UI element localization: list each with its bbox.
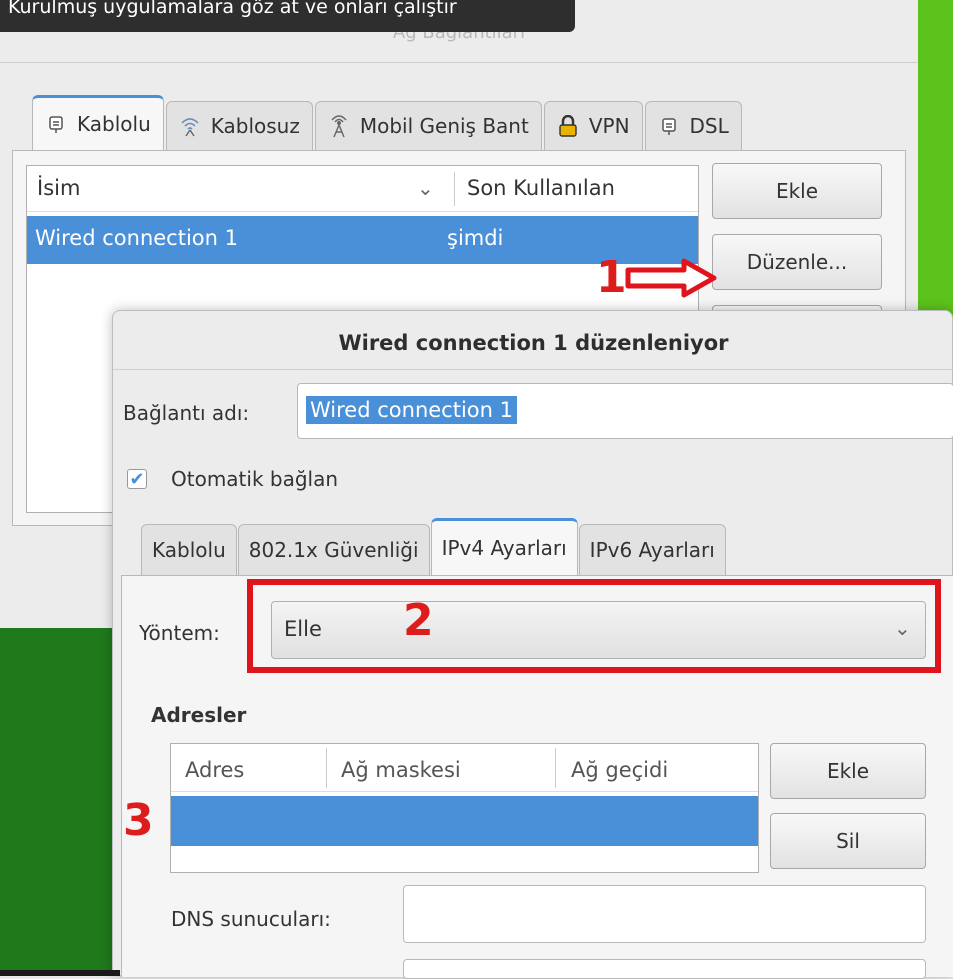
list-header: İsim ⌄ Son Kullanılan (27, 166, 698, 212)
table-header: Adres Ağ maskesi Ağ geçidi (171, 744, 758, 792)
add-address-button[interactable]: Ekle (770, 743, 926, 799)
connection-last-used: şimdi (447, 226, 504, 250)
tab-wired[interactable]: Kablolu (32, 95, 164, 150)
tab-label: Mobil Geniş Bant (359, 114, 529, 138)
taskbar-edge (0, 970, 120, 976)
tooltip: Kurulmuş uygulamalara göz at ve onları ç… (0, 0, 575, 32)
column-header-last-used[interactable]: Son Kullanılan (467, 176, 615, 200)
tab-wired-settings[interactable]: Kablolu (141, 524, 237, 575)
desktop-background-left (0, 628, 120, 976)
connection-name-value: Wired connection 1 (306, 396, 517, 424)
title-separator (0, 62, 918, 63)
edit-connection-dialog: Wired connection 1 düzenleniyor Bağlantı… (112, 310, 953, 979)
addresses-table[interactable]: Adres Ağ maskesi Ağ geçidi (170, 743, 759, 873)
lock-icon (557, 115, 579, 137)
autoconnect-label[interactable]: Otomatik bağlan (171, 467, 338, 491)
settings-tabs: Kablolu 802.1x Güvenliği IPv4 Ayarları I… (141, 518, 727, 575)
column-header-gateway[interactable]: Ağ geçidi (571, 758, 668, 782)
tab-label: VPN (588, 114, 630, 138)
column-divider (326, 748, 327, 788)
column-header-netmask[interactable]: Ağ maskesi (341, 758, 461, 782)
annotation-number: 1 (596, 252, 627, 303)
connection-name: Wired connection 1 (35, 226, 238, 250)
next-input[interactable] (403, 959, 926, 979)
tab-mobile-broadband[interactable]: Mobil Geniş Bant (314, 101, 542, 150)
dsl-icon (658, 115, 680, 137)
annotation-highlight-box (247, 579, 941, 673)
tab-ipv4-settings[interactable]: IPv4 Ayarları (430, 518, 578, 575)
dialog-title: Wired connection 1 düzenleniyor (338, 331, 729, 355)
tab-label: Kablosuz (210, 114, 300, 138)
delete-address-button[interactable]: Sil (770, 813, 926, 869)
column-divider (555, 748, 556, 788)
column-divider (454, 172, 455, 206)
tab-dsl[interactable]: DSL (644, 101, 742, 150)
mobile-broadband-icon (328, 115, 350, 138)
annotation-step-3: 3 (123, 795, 154, 846)
addresses-heading: Adresler (151, 703, 247, 727)
connection-name-field[interactable]: Wired connection 1 (297, 383, 953, 439)
edit-button[interactable]: Düzenle... (712, 234, 882, 290)
dns-label: DNS sunucuları: (171, 907, 331, 931)
wired-icon (45, 113, 67, 135)
add-button[interactable]: Ekle (712, 163, 882, 219)
tab-wireless[interactable]: Kablosuz (165, 101, 313, 150)
sort-chevron-icon[interactable]: ⌄ (417, 176, 434, 200)
connection-name-label: Bağlantı adı: (123, 401, 250, 425)
autoconnect-checkbox[interactable]: ✔ (127, 469, 147, 490)
tab-ipv6-settings[interactable]: IPv6 Ayarları (578, 524, 726, 575)
annotation-step-2: 2 (403, 595, 434, 646)
tab-8021x-security[interactable]: 802.1x Güvenliği (237, 524, 430, 575)
column-header-name[interactable]: İsim (37, 176, 80, 200)
tab-vpn[interactable]: VPN (543, 101, 643, 150)
table-row[interactable] (171, 796, 758, 846)
wireless-icon (179, 115, 201, 137)
tab-label: DSL (689, 114, 729, 138)
method-label: Yöntem: (139, 621, 220, 645)
tab-label: Kablolu (77, 112, 151, 136)
column-header-address[interactable]: Adres (185, 758, 244, 782)
arrow-right-icon (625, 258, 717, 298)
connection-type-tabs: Kablolu Kablosuz Mobil Geniş Bant VPN DS… (32, 95, 744, 150)
title-separator (113, 369, 953, 370)
dns-input[interactable] (403, 885, 926, 943)
